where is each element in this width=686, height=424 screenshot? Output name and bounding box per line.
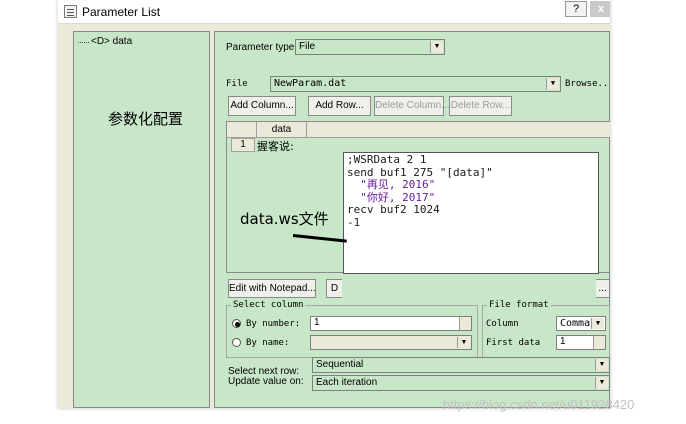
parameter-list-window: Parameter List ? x <D> data 参数化配置 Parame… — [58, 0, 610, 408]
update-value-label: Update value on: — [228, 376, 304, 387]
grid-header-row: data — [227, 122, 610, 138]
config-annotation: 参数化配置 — [108, 110, 184, 128]
chevron-down-icon: ▼ — [591, 318, 604, 329]
help-button[interactable]: ? — [565, 1, 587, 17]
parameter-tree: <D> data — [73, 31, 210, 408]
add-column-button[interactable]: Add Column... — [228, 96, 296, 116]
parameter-type-value: File — [299, 41, 316, 52]
column-delimiter-label: Column — [486, 319, 519, 329]
parameter-type-select[interactable]: File ▼ — [295, 39, 445, 55]
by-number-value: 1 — [314, 317, 320, 328]
window-list-icon — [64, 5, 77, 18]
select-next-row-value: Sequential — [316, 359, 364, 370]
editor-line: recv buf2 1024 — [347, 203, 440, 216]
grid-cell[interactable]: 握客说: — [257, 138, 337, 154]
notepad-editor[interactable]: ;WSRData 2 1 send buf1 275 "[data]" "再见,… — [343, 152, 599, 274]
tree-connector — [78, 42, 89, 43]
delete-column-button[interactable]: Delete Column... — [374, 96, 449, 116]
title-bar: Parameter List ? x — [58, 0, 610, 24]
column-delimiter-value: Comma — [560, 318, 591, 329]
spinner-arrows-icon[interactable] — [593, 336, 605, 349]
update-value-select[interactable]: Each iteration ▼ — [312, 375, 610, 391]
parameter-type-label: Parameter type: — [226, 42, 298, 53]
grid-row-number[interactable]: 1 — [231, 138, 255, 152]
window-title: Parameter List — [82, 5, 161, 19]
select-column-legend: Select column — [231, 300, 306, 310]
browse-button[interactable]: Browse... — [565, 79, 610, 89]
hidden-button[interactable]: ... — [596, 279, 610, 298]
file-path-value: NewParam.dat — [274, 78, 347, 89]
by-number-label: By number: — [246, 319, 301, 329]
update-value-value: Each iteration — [316, 377, 378, 388]
first-data-input[interactable]: 1 — [556, 335, 606, 350]
by-name-label: By name: — [246, 338, 290, 348]
edit-with-notepad-button[interactable]: Edit with Notepad... — [228, 279, 316, 298]
chevron-down-icon: ▼ — [430, 41, 443, 53]
delete-row-button[interactable]: Delete Row... — [449, 96, 512, 116]
by-name-radio[interactable] — [232, 338, 241, 347]
editor-line: -1 — [347, 215, 361, 229]
data-wizard-button[interactable]: D — [326, 279, 342, 298]
column-delimiter-select[interactable]: Comma ▼ — [556, 316, 606, 331]
add-row-button[interactable]: Add Row... — [308, 96, 371, 116]
by-number-input[interactable]: 1 — [310, 316, 472, 331]
file-format-group — [482, 305, 610, 358]
editor-line: ;WSRData 2 1 — [347, 153, 427, 166]
chevron-down-icon: ▼ — [457, 337, 470, 348]
grid-corner — [227, 122, 257, 138]
chevron-down-icon: ▼ — [595, 359, 608, 371]
chevron-down-icon: ▼ — [546, 78, 559, 90]
select-next-row-select[interactable]: Sequential ▼ — [312, 357, 610, 373]
by-number-radio[interactable] — [232, 319, 241, 328]
file-label: File — [226, 79, 248, 89]
select-column-group — [226, 305, 478, 358]
spinner-arrows-icon[interactable] — [459, 317, 471, 330]
file-path-select[interactable]: NewParam.dat ▼ — [270, 76, 561, 92]
watermark: https://blog.csdn.net/u011928420 — [443, 397, 635, 412]
chevron-down-icon: ▼ — [595, 377, 608, 389]
editor-line: "再见, 2016" — [347, 178, 436, 191]
grid-column-header[interactable]: data — [257, 122, 307, 138]
by-name-select[interactable]: ▼ — [310, 335, 472, 350]
data-file-annotation: data.ws文件 — [240, 210, 329, 228]
tree-item-data[interactable]: <D> data — [91, 36, 132, 47]
first-data-value: 1 — [560, 336, 566, 347]
close-button[interactable]: x — [590, 1, 610, 17]
file-format-legend: File format — [487, 300, 551, 310]
first-data-label: First data — [486, 338, 541, 348]
